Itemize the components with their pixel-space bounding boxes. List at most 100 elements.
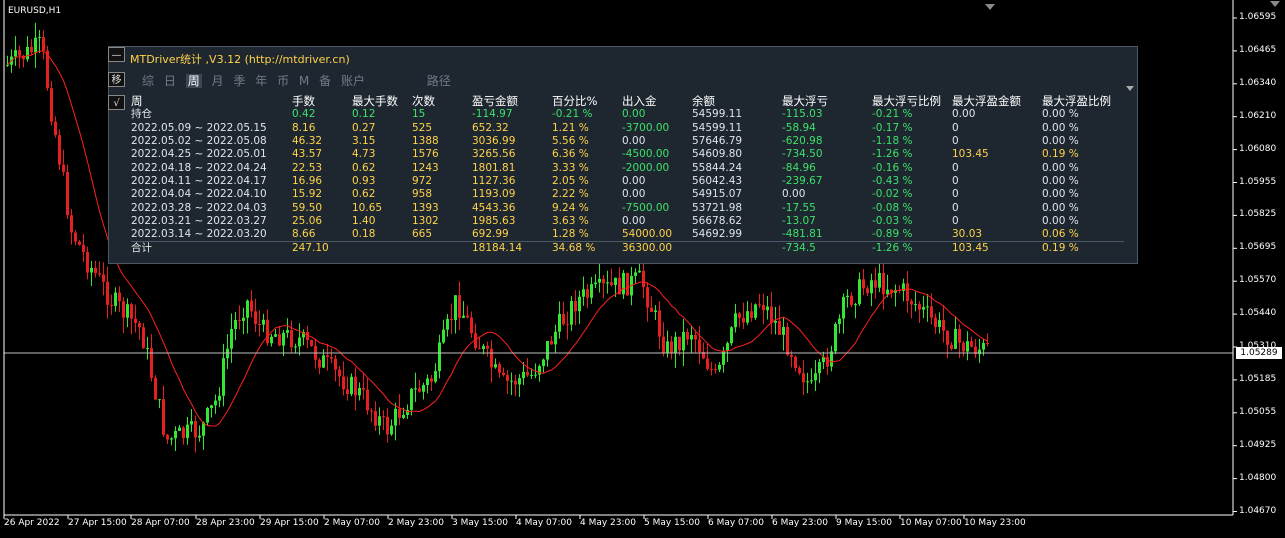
scroll-down-icon[interactable]	[1126, 86, 1134, 91]
candle-body	[18, 50, 21, 56]
candle-body	[682, 331, 685, 351]
chart-symbol-label: EURUSD,H1	[8, 6, 62, 16]
candle-body	[422, 385, 425, 392]
table-cell: 0	[952, 188, 959, 201]
candle-body	[342, 376, 345, 390]
table-cell: 0	[952, 201, 959, 214]
candle-body	[146, 348, 149, 350]
tab-path[interactable]: 路径	[427, 74, 451, 88]
table-cell: 0.00	[622, 108, 646, 121]
candle-body	[318, 359, 321, 368]
candle-body	[74, 232, 77, 242]
table-row: 2022.04.04 ~ 2022.04.10 15.92 0.62 958 1193.…	[131, 188, 1124, 201]
table-cell: 56678.62	[692, 214, 743, 227]
candle-body	[686, 331, 689, 340]
table-cell	[352, 241, 412, 256]
candle-body	[802, 373, 805, 383]
candle-body	[470, 317, 473, 334]
tab-account[interactable]: 账户	[341, 74, 365, 88]
collapse-button[interactable]: —	[108, 47, 125, 62]
table-cell: -239.67	[782, 174, 823, 187]
table-cell: -0.21 %	[552, 108, 593, 121]
candle-body	[50, 88, 53, 122]
tab-year[interactable]: 年	[255, 74, 267, 88]
table-cell: 次数	[412, 95, 435, 109]
candle-body	[602, 278, 605, 284]
tab-note[interactable]: 备	[319, 74, 331, 88]
table-cell: 25.06	[292, 214, 323, 227]
candle-body	[402, 414, 405, 418]
candle-body	[198, 435, 201, 438]
tab-summary[interactable]: 综	[142, 74, 154, 88]
table-cell: 2.05 %	[552, 174, 589, 187]
candle-body	[954, 328, 957, 349]
price-axis-label: 1.05955	[1239, 176, 1277, 187]
table-cell: 0	[952, 214, 959, 227]
tab-magic[interactable]: M	[299, 74, 309, 88]
candle-body	[806, 381, 809, 383]
table-cell: -58.94	[782, 121, 816, 134]
table-cell: 最大浮亏比例	[872, 95, 941, 109]
tab-currency[interactable]: 币	[277, 74, 289, 88]
table-cell: 2022.04.25 ~ 2022.05.01	[131, 148, 267, 161]
table-cell: 0.00 %	[1042, 174, 1079, 187]
candle-body	[378, 416, 381, 426]
candle-body	[546, 341, 549, 360]
candle-body	[550, 341, 553, 345]
table-cell: 0.62	[352, 161, 376, 174]
candle-body	[62, 164, 65, 172]
candle-body	[654, 310, 657, 312]
candle-body	[986, 343, 989, 345]
candle-body	[130, 304, 133, 319]
candle-body	[274, 334, 277, 337]
candle-body	[390, 425, 393, 435]
table-cell: 15	[412, 108, 426, 121]
candle-body	[594, 282, 597, 285]
tab-month[interactable]: 月	[212, 74, 224, 88]
candle-body	[290, 330, 293, 348]
candle-body	[738, 313, 741, 318]
time-axis-label: 28 Apr 23:00	[196, 518, 255, 528]
table-cell: 1193.09	[472, 188, 516, 201]
table-cell: -620.98	[782, 135, 823, 148]
table-cell	[692, 241, 782, 256]
weekly-stats-table: 周 手数 最大手数 次数 盈亏金额 百分比% 出入金 余额 最大浮亏 最大浮亏比例 最大浮盈金额 最大…	[131, 95, 1124, 256]
price-axis-label: 1.04925	[1239, 439, 1277, 450]
candle-body	[514, 380, 517, 385]
price-axis-label: 1.05695	[1239, 242, 1277, 253]
table-cell: 1.40	[352, 214, 376, 227]
candle-body	[382, 416, 385, 418]
candle-body	[634, 272, 637, 276]
candle-body	[414, 388, 417, 390]
candle-body	[522, 371, 525, 379]
table-row: 2022.03.14 ~ 2022.03.20 8.66 0.18 665 692.99…	[131, 228, 1124, 242]
candle-body	[238, 319, 241, 321]
candle-body	[842, 297, 845, 319]
candle-body	[38, 37, 41, 39]
candle-body	[230, 329, 233, 349]
tab-quarter[interactable]: 季	[233, 74, 245, 88]
candle-body	[706, 358, 709, 369]
candle-body	[750, 311, 753, 318]
candle-body	[698, 339, 701, 353]
time-axis-label: 2 May 07:00	[324, 518, 380, 528]
candle-body	[734, 313, 737, 328]
candle-body	[730, 327, 733, 344]
tab-week[interactable]: 周	[185, 74, 202, 88]
table-cell: 1.21 %	[552, 121, 589, 134]
check-button[interactable]: √	[108, 95, 125, 110]
tab-day[interactable]: 日	[164, 74, 176, 88]
price-axis-label: 1.06595	[1239, 12, 1277, 22]
table-cell: 1302	[412, 214, 439, 227]
candle-body	[966, 341, 969, 352]
table-cell: 5.56 %	[552, 135, 589, 148]
candle-body	[938, 320, 941, 327]
table-cell: 0.06 %	[1042, 228, 1079, 241]
price-axis-label: 1.05570	[1239, 275, 1277, 286]
price-axis-label: 1.05440	[1239, 308, 1277, 319]
move-button[interactable]: 移	[108, 72, 125, 87]
candle-body	[34, 37, 37, 53]
candle-body	[582, 289, 585, 297]
table-row: 2022.04.11 ~ 2022.04.17 16.96 0.93 972 1127.…	[131, 175, 1124, 188]
candle-body	[766, 306, 769, 311]
